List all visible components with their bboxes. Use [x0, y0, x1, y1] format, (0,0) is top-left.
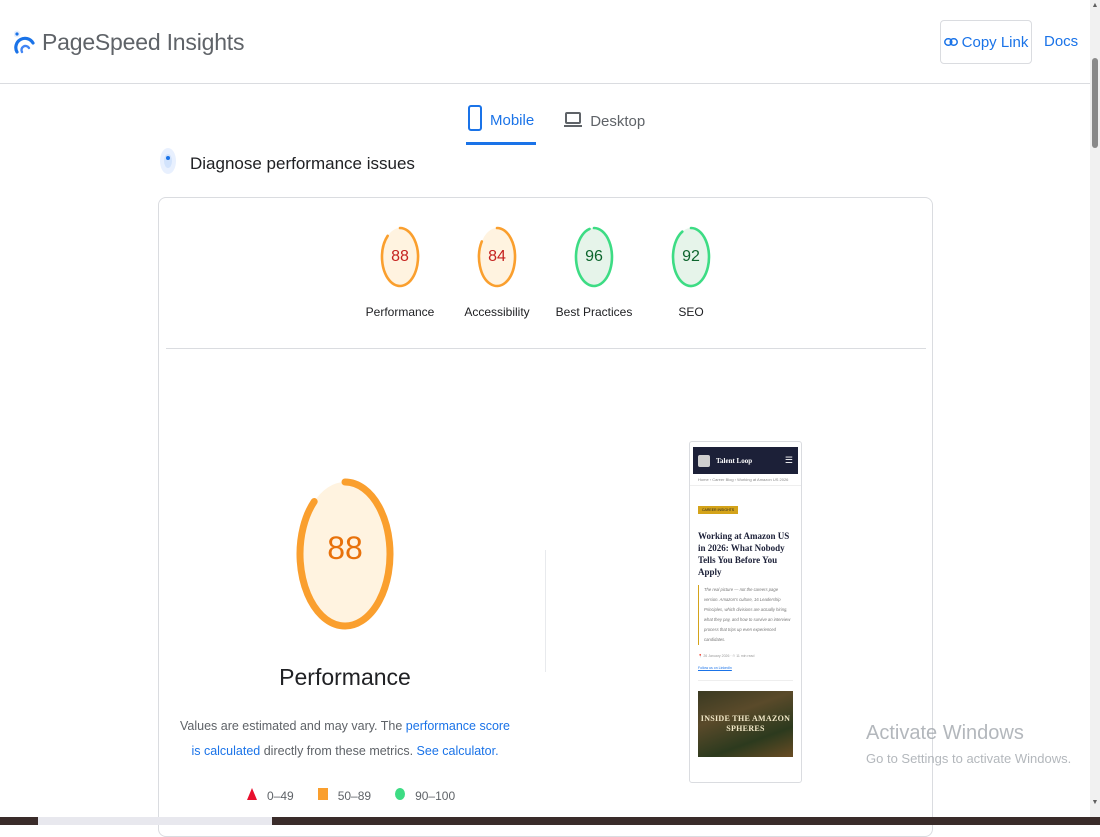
page-screenshot[interactable]: Talent Loop ☰ Home › Career Blog › Worki… [689, 441, 802, 783]
scroll-up-arrow-icon[interactable]: ▲ [1090, 2, 1100, 9]
gauge-score: 92 [682, 248, 700, 265]
scroll-down-arrow-icon[interactable]: ▼ [1090, 799, 1100, 806]
gauge-ring: 92 [671, 226, 711, 288]
legend-range: 50–89 [337, 788, 372, 803]
watermark-title: Activate Windows [866, 722, 1024, 744]
screenshot-follow-link: Follow us on LinkedIn [698, 666, 793, 681]
watermark-subtitle: Go to Settings to activate Windows. [866, 751, 1072, 766]
windows-watermark: Activate Windows Go to Settings to activ… [866, 722, 1071, 766]
device-tabs: Mobile Desktop [466, 98, 647, 145]
docs-link[interactable]: Docs [1044, 33, 1078, 50]
screenshot-image-caption: INSIDE THE AMAZON SPHERES [700, 714, 791, 733]
divider [166, 348, 926, 349]
hamburger-menu-icon: ☰ [784, 455, 793, 465]
performance-title: Performance [279, 664, 411, 690]
triangle-icon [247, 788, 257, 803]
note-text: directly from these metrics. [260, 744, 417, 758]
gauge-accessibility[interactable]: 84 Accessibility [464, 226, 530, 319]
tab-desktop[interactable]: Desktop [562, 98, 647, 145]
gauge-label: SEO [678, 305, 704, 319]
screenshot-site-name: Talent Loop [716, 456, 753, 465]
legend-range: 90–100 [415, 788, 456, 803]
legend-poor: 0–49 [247, 788, 294, 803]
brand[interactable]: PageSpeed Insights [13, 26, 245, 59]
legend-average: 50–89 [317, 788, 372, 803]
copy-link-button[interactable]: Copy Link [940, 20, 1032, 64]
score-gauges: 88 Performance 84 Accessibility 96 Best … [159, 226, 932, 319]
app-title: PageSpeed Insights [42, 29, 245, 55]
screenshot-breadcrumb: Home › Career Blog › Working at Amazon U… [690, 474, 801, 486]
scrollbar-thumb[interactable] [1092, 58, 1098, 148]
tab-desktop-label: Desktop [590, 113, 646, 130]
note-text: Values are estimated and may vary. The [179, 719, 406, 733]
gauge-seo[interactable]: 92 SEO [660, 226, 723, 319]
gauge-ring: 88 [380, 226, 420, 288]
gauge-label: Performance [365, 305, 435, 319]
taskbar-active-item[interactable] [38, 817, 272, 825]
gauge-best-practices[interactable]: 96 Best Practices [556, 226, 632, 319]
top-bar: PageSpeed Insights Copy Link Docs [0, 0, 1090, 84]
score-legend: 0–49 50–89 90–100 [247, 788, 455, 803]
screenshot-badge: CAREER INSIGHTS [698, 506, 739, 514]
square-icon [317, 788, 328, 803]
legend-good: 90–100 [395, 788, 455, 803]
gauge-label: Accessibility [464, 305, 530, 319]
site-logo-icon [698, 454, 710, 467]
legend-range: 0–49 [267, 788, 294, 803]
see-calculator-link[interactable]: See calculator. [417, 744, 499, 758]
copy-link-label: Copy Link [961, 33, 1029, 51]
link-icon [943, 34, 958, 51]
laptop-icon [564, 111, 583, 133]
section-header: Diagnose performance issues [158, 146, 415, 181]
screenshot-description: The real picture — not the careers page … [698, 585, 793, 645]
screenshot-hero-image: INSIDE THE AMAZON SPHERES [698, 691, 793, 757]
gauge-performance[interactable]: 88 Performance [365, 226, 435, 319]
gauge-score: 84 [488, 248, 506, 265]
vertical-scrollbar[interactable]: ▲ ▼ [1090, 0, 1100, 825]
circle-icon [395, 788, 406, 803]
report-card: 88 Performance 84 Accessibility 96 Best … [158, 197, 933, 837]
gauge-ring: 84 [477, 226, 517, 288]
screenshot-site-header: Talent Loop ☰ [693, 447, 798, 474]
performance-score-large: 88 [327, 530, 363, 566]
lighthouse-icon [158, 146, 178, 181]
performance-gauge-large: 88 [293, 476, 397, 632]
gauge-ring: 96 [574, 226, 614, 288]
vertical-divider [545, 550, 546, 672]
gauge-score: 88 [391, 248, 409, 265]
screenshot-headline: Working at Amazon US in 2026: What Nobod… [698, 531, 790, 577]
gauge-label: Best Practices [555, 305, 633, 319]
section-title: Diagnose performance issues [190, 153, 415, 173]
tab-mobile[interactable]: Mobile [466, 98, 537, 145]
pagespeed-logo-icon [13, 26, 36, 59]
os-taskbar [0, 817, 1100, 825]
gauge-score: 96 [585, 248, 603, 265]
smartphone-icon [468, 105, 482, 135]
screenshot-meta: 📍 26 January 2026 · ⏱ 11 min read [698, 654, 755, 658]
tab-mobile-label: Mobile [490, 111, 535, 129]
performance-note: Values are estimated and may vary. The p… [179, 714, 511, 764]
